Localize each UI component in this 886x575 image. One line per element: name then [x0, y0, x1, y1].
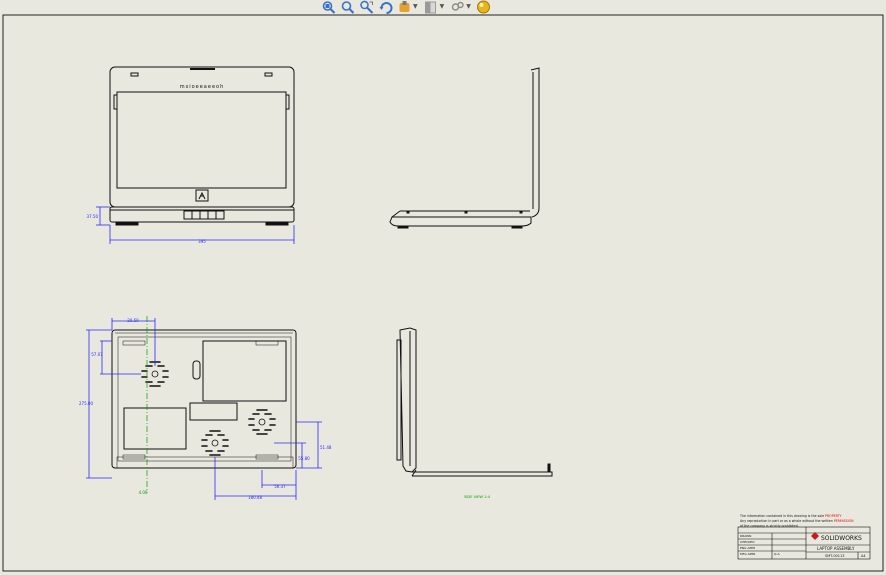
front-buttons	[183, 210, 225, 220]
back-outline	[111, 329, 297, 469]
svg-text:DRAWN: DRAWN	[740, 534, 751, 538]
back-center-dim[interactable]: 4.00	[139, 490, 148, 495]
sheet-size: A4	[861, 554, 866, 558]
svg-text:MFG APPR: MFG APPR	[740, 552, 755, 556]
back-left-dim[interactable]: 57.07	[91, 352, 103, 357]
front-bezel-logo: msioeeaeeoh	[180, 84, 225, 90]
back-panel-small	[123, 407, 187, 450]
svg-text:Q.A.: Q.A.	[774, 552, 780, 556]
back-height-dim[interactable]: 275.00	[79, 401, 93, 406]
svg-text:Any reproduction in part or as: Any reproduction in part or as a whole w…	[740, 519, 854, 523]
back-right-dim-2[interactable]: 55.80	[298, 456, 310, 461]
front-view[interactable]	[109, 66, 295, 226]
sheet-border	[2, 14, 884, 572]
drawing-title: LAPTOP ASSEMBLY	[817, 546, 855, 551]
back-top-dim[interactable]: 20.50	[127, 318, 139, 323]
back-right-dim-1[interactable]: 51.48	[320, 445, 332, 450]
svg-text:SOLIDWORKS: SOLIDWORKS	[821, 535, 862, 542]
side-view-label: SIDE VIEW 1:4	[464, 495, 491, 499]
front-height-dim[interactable]: 37.50	[87, 214, 99, 219]
svg-text:CHECKED: CHECKED	[740, 540, 755, 544]
drawing-number: SMT-00113	[825, 554, 844, 558]
front-screen	[116, 91, 287, 189]
title-block[interactable]	[737, 526, 871, 560]
side-base	[389, 216, 532, 227]
front-base	[109, 206, 295, 223]
svg-text:ENG APPR: ENG APPR	[740, 546, 755, 550]
side-lid	[530, 67, 540, 218]
drawing-sheet: msioeeaeeoh 395 37.50 4.00 20.50 57.07 2…	[2, 14, 884, 572]
back-bottom-dim-2[interactable]: 180.48	[248, 495, 262, 500]
back-dimensions	[86, 318, 322, 500]
svg-text:The information contained in t: The information contained in this drawin…	[739, 514, 842, 518]
back-view[interactable]	[111, 329, 297, 469]
front-width-dim[interactable]: 395	[198, 239, 206, 244]
side-view-closed[interactable]	[396, 327, 553, 477]
back-panel-large	[202, 340, 287, 402]
svg-text:of the company is strictly pro: of the company is strictly prohibited.	[740, 524, 799, 528]
back-bottom-dim-1[interactable]: 56.37	[274, 484, 286, 489]
notes: The information contained in this drawin…	[739, 514, 854, 528]
side-view-open[interactable]	[389, 67, 540, 229]
solidworks-logo: SOLIDWORKS	[811, 532, 862, 542]
